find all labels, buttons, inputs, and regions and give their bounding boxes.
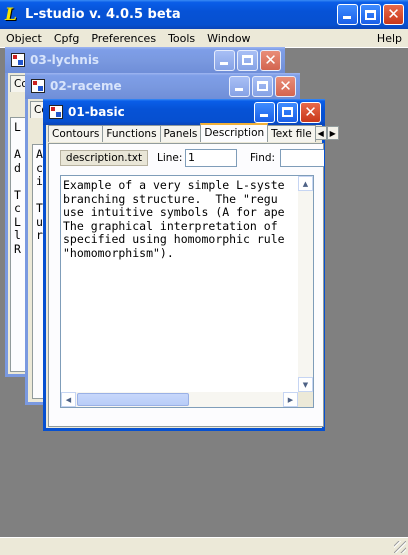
- app-title: L-studio v. 4.0.5 beta: [25, 7, 181, 22]
- find-input[interactable]: [280, 149, 324, 167]
- close-icon: ✕: [279, 76, 292, 95]
- close-button[interactable]: ✕: [300, 101, 321, 123]
- maximize-button[interactable]: [252, 75, 273, 97]
- menu-object[interactable]: Object: [0, 32, 48, 45]
- close-button[interactable]: ✕: [275, 75, 296, 97]
- line-label: Line:: [157, 152, 183, 164]
- maximize-button[interactable]: [277, 101, 298, 123]
- minimize-icon: [220, 61, 228, 65]
- tab-description[interactable]: Description: [200, 123, 269, 142]
- description-tab-page: description.txt Line: 1 Find: Example of…: [48, 143, 324, 427]
- maximize-icon: [242, 55, 253, 65]
- maximize-button[interactable]: [237, 49, 258, 71]
- menu-window[interactable]: Window: [201, 32, 256, 45]
- description-text: Example of a very simple L-syste branchi…: [63, 178, 285, 260]
- app-maximize-button[interactable]: [360, 4, 381, 25]
- tab-scroll-right-button[interactable]: ▶: [326, 126, 339, 140]
- window-01-basic[interactable]: 01-basic ✕ Contours Functions Panels Des…: [43, 99, 339, 431]
- minimize-button[interactable]: [254, 101, 275, 123]
- description-textarea[interactable]: Example of a very simple L-syste branchi…: [60, 175, 314, 408]
- close-icon: ✕: [387, 5, 400, 23]
- window-03-lychnis-titlebar[interactable]: 03-lychnis ✕: [5, 47, 285, 73]
- file-name-box: description.txt: [60, 150, 148, 166]
- minimize-icon: [260, 113, 268, 117]
- arrow-right-icon: ▶: [287, 395, 294, 404]
- close-icon: ✕: [304, 102, 317, 121]
- line-input[interactable]: 1: [185, 149, 237, 167]
- tab-panels[interactable]: Panels: [159, 125, 202, 142]
- menu-preferences[interactable]: Preferences: [85, 32, 162, 45]
- scroll-down-button[interactable]: ▼: [298, 377, 313, 392]
- close-button[interactable]: ✕: [260, 49, 281, 71]
- window-01-basic-titlebar[interactable]: 01-basic ✕: [43, 99, 325, 125]
- app-minimize-button[interactable]: [337, 4, 358, 25]
- horizontal-scrollbar[interactable]: ◀ ▶: [61, 392, 298, 407]
- tab-functions[interactable]: Functions: [102, 125, 161, 142]
- menu-bar: Object Cpfg Preferences Tools Window Hel…: [0, 29, 408, 48]
- arrow-right-icon: ▶: [329, 128, 336, 138]
- resize-grip-icon[interactable]: [394, 541, 406, 553]
- menu-cpfg[interactable]: Cpfg: [48, 32, 86, 45]
- object-window-icon: [31, 79, 45, 93]
- arrow-left-icon: ◀: [65, 395, 72, 404]
- minimize-button[interactable]: [214, 49, 235, 71]
- status-bar: [0, 537, 408, 555]
- arrow-down-icon: ▼: [302, 380, 309, 389]
- scroll-corner: [298, 392, 313, 407]
- tab-scroll-left-button[interactable]: ◀: [314, 126, 327, 140]
- tab-contours[interactable]: Contours: [48, 125, 104, 142]
- arrow-up-icon: ▲: [302, 179, 309, 188]
- menu-help[interactable]: Help: [371, 32, 408, 45]
- tab-strip: Contours Functions Panels Description Te…: [48, 123, 339, 142]
- maximize-icon: [257, 81, 268, 91]
- window-title: 01-basic: [68, 105, 125, 119]
- scroll-thumb[interactable]: [77, 393, 189, 406]
- scroll-left-button[interactable]: ◀: [61, 392, 76, 407]
- object-window-icon: [49, 105, 63, 119]
- window-title: 02-raceme: [50, 79, 122, 93]
- scroll-up-button[interactable]: ▲: [298, 176, 313, 191]
- window-title: 03-lychnis: [30, 53, 100, 67]
- maximize-icon: [282, 107, 293, 117]
- object-window-icon: [11, 53, 25, 67]
- scroll-right-button[interactable]: ▶: [283, 392, 298, 407]
- tab-text-file[interactable]: Text file: [267, 125, 316, 142]
- minimize-button[interactable]: [229, 75, 250, 97]
- l-studio-logo-icon: L: [5, 4, 17, 25]
- maximize-icon: [365, 9, 376, 20]
- close-icon: ✕: [264, 50, 277, 69]
- find-label: Find:: [250, 152, 276, 164]
- minimize-icon: [343, 16, 351, 19]
- app-close-button[interactable]: ✕: [383, 4, 404, 25]
- minimize-icon: [235, 87, 243, 91]
- arrow-left-icon: ◀: [317, 128, 324, 138]
- menu-tools[interactable]: Tools: [162, 32, 201, 45]
- window-02-raceme-titlebar[interactable]: 02-raceme ✕: [25, 73, 300, 99]
- app-titlebar: L L-studio v. 4.0.5 beta ✕: [0, 0, 408, 29]
- vertical-scrollbar[interactable]: ▲ ▼: [298, 176, 313, 392]
